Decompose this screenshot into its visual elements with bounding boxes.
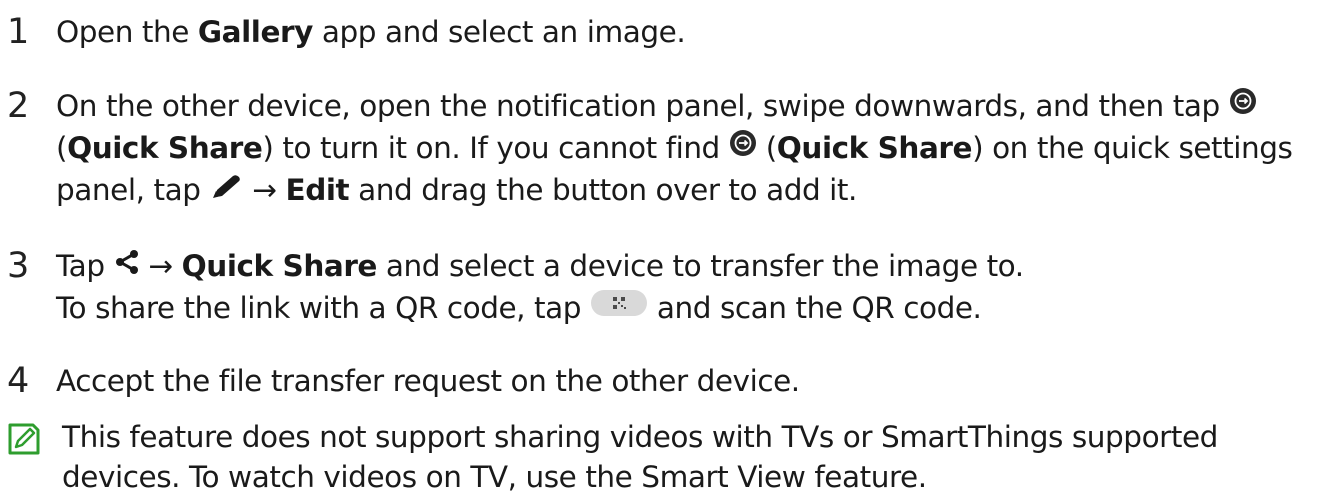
text-run: ( bbox=[756, 131, 778, 165]
share-icon bbox=[114, 244, 140, 286]
text-run: ) to turn it on. If you cannot find bbox=[262, 131, 729, 165]
text-run: panel, tap bbox=[56, 173, 210, 207]
text-run: app and select an image. bbox=[312, 15, 686, 49]
app-name-gallery: Gallery bbox=[197, 15, 313, 49]
step-number: 3 bbox=[7, 246, 30, 286]
step-text-line-2: (Quick Share) to turn it on. If you cann… bbox=[56, 126, 1293, 171]
text-run: and select a device to transfer the imag… bbox=[376, 249, 1024, 283]
arrow: → bbox=[139, 249, 182, 283]
label-quick-share: Quick Share bbox=[67, 131, 263, 165]
note-icon bbox=[7, 422, 41, 456]
text-run: and scan the QR code. bbox=[647, 291, 982, 325]
text-run: On the other device, open the notificati… bbox=[56, 89, 1220, 123]
text-run: ) on the quick settings bbox=[972, 131, 1293, 165]
arrow: → bbox=[243, 173, 286, 207]
text-run: Accept the file transfer request on the … bbox=[56, 364, 800, 398]
step-text-line-3: panel, tap → Edit and drag the button ov… bbox=[56, 169, 857, 213]
text-run: To share the link with a QR code, tap bbox=[56, 291, 590, 325]
label-edit: Edit bbox=[285, 173, 350, 207]
step-number: 1 bbox=[7, 12, 30, 52]
text-run: and drag the button over to add it. bbox=[349, 173, 857, 207]
label-quick-share: Quick Share bbox=[776, 131, 973, 165]
quick-share-icon bbox=[1229, 84, 1257, 126]
text-run: Tap bbox=[56, 249, 114, 283]
pencil-icon bbox=[209, 168, 243, 210]
note-text-line-1: This feature does not support sharing vi… bbox=[62, 420, 1218, 454]
note-text-line-2: devices. To watch videos on TV, use the … bbox=[62, 460, 927, 494]
step-text: Open the Gallery app and select an image… bbox=[56, 11, 686, 53]
step-text: Accept the file transfer request on the … bbox=[56, 360, 800, 402]
step-number: 4 bbox=[7, 361, 30, 401]
step-number: 2 bbox=[7, 86, 30, 126]
text-run: Open the bbox=[56, 15, 198, 49]
step-text-line-1: On the other device, open the notificati… bbox=[56, 85, 1257, 129]
quick-share-icon bbox=[729, 126, 757, 168]
step-text-line-1: Tap → Quick Share and select a device to… bbox=[56, 245, 1024, 289]
label-quick-share: Quick Share bbox=[181, 249, 378, 283]
text-run: ( bbox=[56, 131, 68, 165]
qr-code-icon bbox=[590, 286, 648, 328]
step-text-line-2: To share the link with a QR code, tap an… bbox=[56, 286, 982, 331]
